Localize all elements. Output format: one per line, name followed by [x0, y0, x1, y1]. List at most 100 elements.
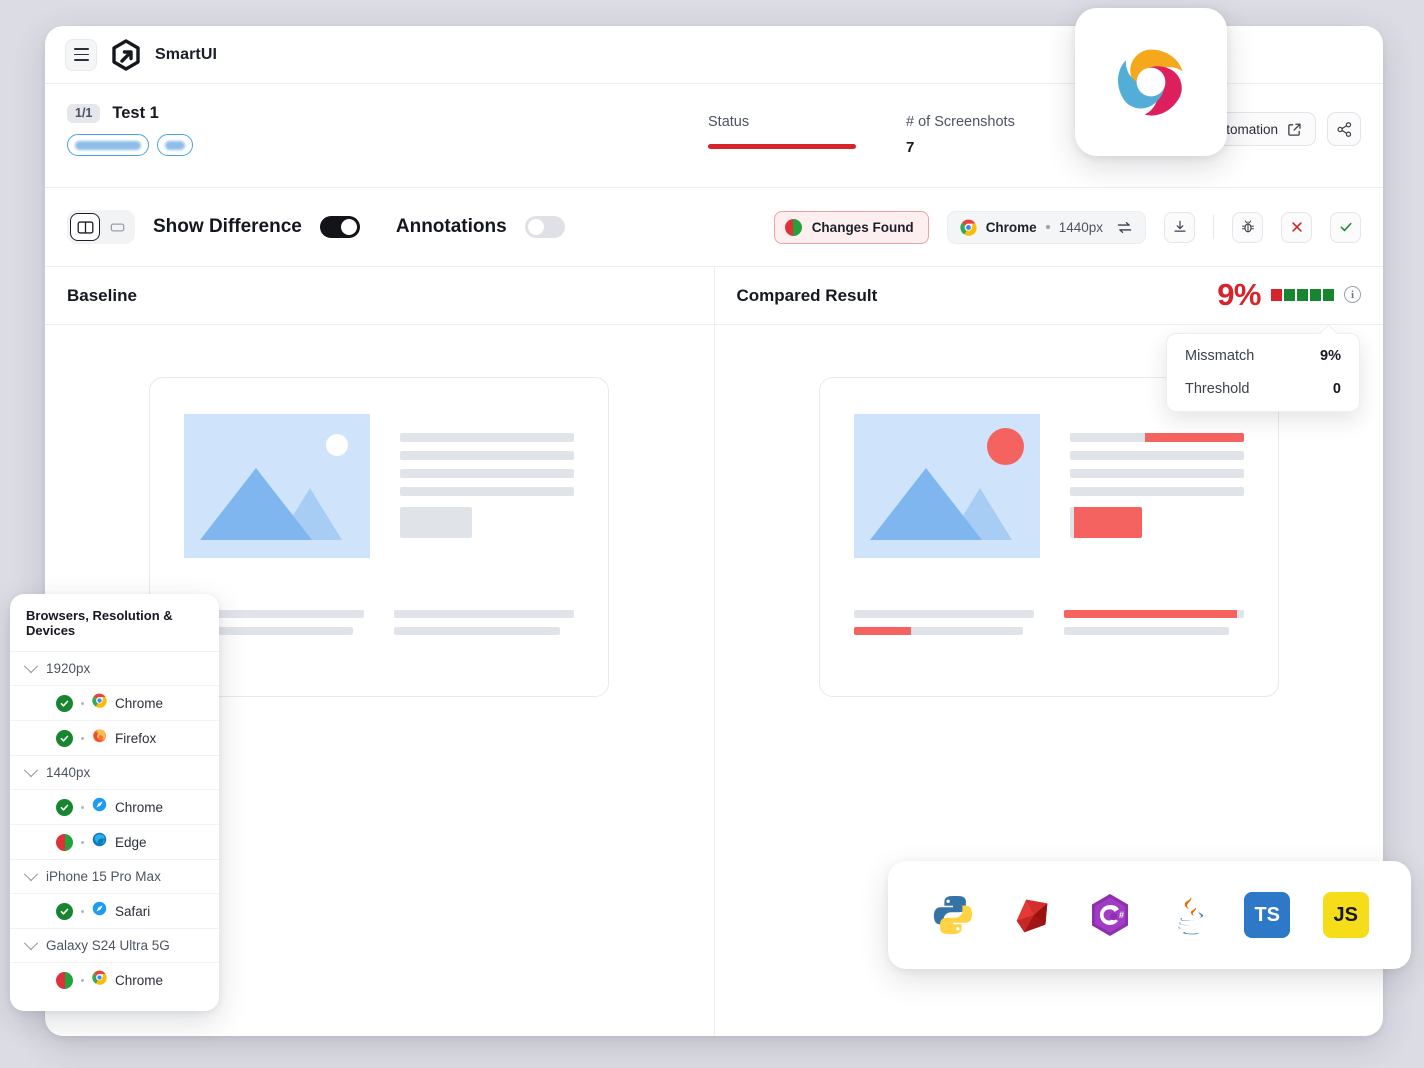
external-link-icon	[1288, 123, 1301, 136]
separator-dot	[81, 909, 84, 913]
javascript-icon[interactable]: JS	[1320, 889, 1372, 941]
download-button[interactable]	[1164, 211, 1195, 243]
status-pass-icon	[56, 694, 73, 712]
skeleton-line	[394, 627, 560, 635]
typescript-label: TS	[1244, 892, 1291, 938]
browser-group-label: iPhone 15 Pro Max	[46, 869, 161, 884]
mock-bottom-section	[853, 610, 1244, 644]
mock-top-section	[853, 414, 1244, 558]
baseline-title: Baseline	[67, 285, 137, 305]
report-bug-button[interactable]	[1232, 211, 1263, 243]
share-icon	[1336, 121, 1351, 137]
single-view-button[interactable]	[102, 213, 132, 241]
browser-list-item[interactable]: Chrome	[10, 685, 219, 720]
javascript-label: JS	[1322, 892, 1369, 938]
meta-actions: utomation	[1204, 112, 1361, 146]
page-title: Test 1	[112, 104, 159, 122]
view-mode-toggle-group	[67, 210, 135, 244]
browser-name-label: Firefox	[115, 730, 157, 746]
stat-screenshots: # of Screenshots 7	[906, 114, 1015, 156]
browser-list-item[interactable]: Safari	[10, 893, 219, 928]
status-badge[interactable]: Changes Found	[773, 210, 929, 244]
reject-button[interactable]	[1281, 211, 1312, 243]
mock-top-section	[184, 414, 575, 558]
approve-button[interactable]	[1330, 211, 1361, 243]
browser-group-header[interactable]: iPhone 15 Pro Max	[10, 859, 219, 893]
status-pass-icon	[56, 729, 73, 747]
sdk-languages-bar: # TS JS	[888, 861, 1411, 969]
browser-list-item[interactable]: Chrome	[10, 789, 219, 824]
toolbar-divider	[1213, 215, 1214, 239]
status-diff-icon	[56, 971, 73, 989]
mock-text-lines	[400, 414, 575, 558]
browser-list-item[interactable]: Firefox	[10, 720, 219, 755]
mismatch-percent: 9%	[1217, 277, 1261, 312]
skeleton-line	[1063, 627, 1230, 635]
separator-dot	[81, 840, 84, 844]
segment	[1284, 288, 1295, 301]
compared-screenshot[interactable]	[818, 377, 1279, 697]
split-view-button[interactable]	[70, 213, 100, 241]
browser-group-label: 1920px	[46, 661, 91, 676]
mountain-large-shape	[200, 468, 313, 540]
skeleton-line	[853, 627, 1023, 635]
chevron-down-icon	[23, 762, 39, 777]
ruby-icon[interactable]	[1006, 889, 1058, 941]
separator-dot	[81, 701, 84, 705]
browser-group-header[interactable]: Galaxy S24 Ultra 5G	[10, 928, 219, 962]
safari-icon	[92, 797, 107, 817]
show-difference-label: Show Difference	[153, 216, 302, 237]
edge-icon	[92, 832, 107, 852]
skeleton-line	[394, 610, 575, 618]
tag-pill[interactable]	[67, 134, 149, 156]
skeleton-block	[400, 507, 473, 538]
browser-group-header[interactable]: 1920px	[10, 651, 219, 685]
browser-group-header[interactable]: 1440px	[10, 755, 219, 789]
annotations-toggle[interactable]	[524, 216, 565, 238]
show-difference-toggle[interactable]	[319, 216, 360, 238]
single-view-icon	[110, 222, 124, 232]
skeleton-line	[1069, 487, 1244, 496]
lambdatest-pinwheel-logo-icon	[1118, 49, 1183, 116]
share-button[interactable]	[1327, 112, 1361, 146]
smartui-logo-icon	[111, 38, 141, 71]
python-icon[interactable]	[927, 889, 979, 941]
tag-pill[interactable]	[157, 134, 193, 156]
browser-resolution-selector[interactable]: Chrome 1440px	[946, 210, 1146, 244]
stat-value: 7	[906, 139, 915, 156]
chevron-down-icon	[23, 866, 39, 881]
tooltip-row: Missmatch 9%	[1185, 348, 1341, 364]
browsers-resolution-devices-panel: Browsers, Resolution & Devices 1920px Ch…	[10, 594, 219, 1011]
skeleton-line	[400, 433, 575, 442]
status-diff-icon	[56, 833, 73, 851]
tooltip-key: Missmatch	[1185, 348, 1255, 364]
skeleton-line	[853, 610, 1034, 618]
hamburger-icon[interactable]	[65, 38, 97, 71]
info-icon[interactable]: i	[1344, 286, 1361, 303]
typescript-icon[interactable]: TS	[1241, 889, 1293, 941]
skeleton-line	[400, 487, 575, 496]
java-icon[interactable]	[1163, 889, 1215, 941]
segment	[1310, 288, 1321, 301]
separator-dot	[81, 805, 84, 809]
tooltip-row: Threshold 0	[1185, 381, 1341, 397]
skeleton-line	[400, 451, 575, 460]
skeleton-line	[1069, 469, 1244, 478]
segment	[1297, 288, 1308, 301]
svg-text:#: #	[1119, 910, 1124, 920]
comparison-toolbar: Show Difference Annotations Changes Foun…	[45, 188, 1383, 267]
stat-status: Status	[708, 114, 856, 149]
browser-list-item[interactable]: Edge	[10, 824, 219, 859]
compared-header: Compared Result 9% i	[714, 267, 1383, 325]
half-red-green-circle-icon	[784, 218, 802, 236]
mock-bottom-right	[1063, 610, 1244, 644]
browser-name-label: Chrome	[115, 695, 164, 711]
csharp-icon[interactable]: #	[1084, 889, 1136, 941]
chrome-icon	[92, 693, 107, 713]
tooltip-value: 9%	[1320, 348, 1341, 364]
tag-list	[67, 134, 667, 156]
browser-list-item[interactable]: Chrome	[10, 962, 219, 997]
tag-redacted-text	[75, 140, 141, 150]
mismatch-segment-bar	[1271, 288, 1334, 301]
split-view-icon	[77, 220, 93, 234]
